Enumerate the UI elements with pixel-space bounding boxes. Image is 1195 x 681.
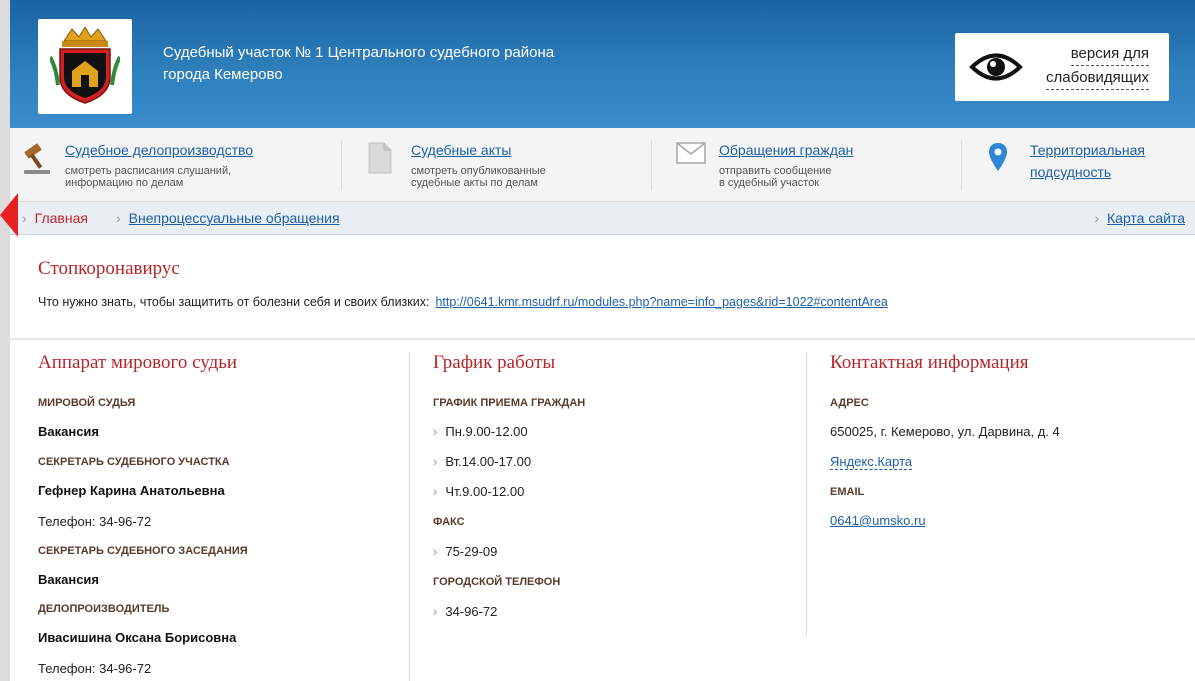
nav-desc-line: отправить сообщение <box>719 165 832 177</box>
chevron-right-icon: › <box>1094 210 1099 226</box>
chevron-right-icon: › <box>433 424 438 439</box>
notice-text: Что нужно знать, чтобы защитить от болез… <box>38 295 1188 309</box>
nav-item-court-acts[interactable]: Судебные акты смотреть опубликованные су… <box>368 140 648 192</box>
staff-column: Аппарат мирового судьи МИРОВОЙ СУДЬЯ Вак… <box>38 352 408 676</box>
session-secretary-label: СЕКРЕТАРЬ СУДЕБНОГО ЗАСЕДАНИЯ <box>38 545 248 557</box>
main-nav: Судебное делопроизводство смотреть распи… <box>10 128 1195 202</box>
sitemap-link[interactable]: › Карта сайта <box>1094 210 1185 226</box>
column-divider <box>409 352 410 681</box>
schedule-title: График работы <box>433 352 556 373</box>
secretary-label: СЕКРЕТАРЬ СУДЕБНОГО УЧАСТКА <box>38 456 230 468</box>
site-title-line2: города Кемерово <box>163 66 283 83</box>
staff-title: Аппарат мирового судьи <box>38 352 238 373</box>
nav-item-jurisdiction-title-line1[interactable]: Территориальная <box>1030 142 1145 158</box>
secretary-value: Гефнер Карина Анатольевна <box>38 483 225 498</box>
breadcrumb-home[interactable]: › Главная <box>22 210 88 226</box>
nav-divider <box>961 140 962 190</box>
fax-value: 75-29-09 <box>445 544 498 559</box>
nav-item-court-cases-desc: смотреть расписания слушаний, информацию… <box>65 165 265 189</box>
eye-icon <box>969 53 1023 81</box>
nav-item-jurisdiction[interactable]: Территориальная подсудность <box>988 140 1188 192</box>
chevron-right-icon: › <box>116 210 121 226</box>
nav-item-court-acts-desc: смотреть опубликованные судебные акты по… <box>411 165 611 189</box>
clerk-value: Ивасишина Оксана Борисовна <box>38 630 237 645</box>
nav-desc-line: судебные акты по делам <box>411 177 538 189</box>
nav-desc-line: информацию по делам <box>65 177 184 189</box>
address-value: 650025, г. Кемерово, ул. Дарвина, д. 4 <box>830 424 1060 439</box>
low-vision-line2[interactable]: слабовидящих <box>1046 66 1149 90</box>
site-title: Судебный участок № 1 Центрального судебн… <box>163 42 683 86</box>
schedule-item: › Пн.9.00-12.00 <box>433 424 528 439</box>
schedule-item-text: Чт.9.00-12.00 <box>445 484 525 499</box>
chevron-right-icon: › <box>433 454 438 469</box>
session-secretary-value: Вакансия <box>38 572 100 587</box>
reception-label: ГРАФИК ПРИЕМА ГРАЖДАН <box>433 397 586 409</box>
nav-item-court-cases-title[interactable]: Судебное делопроизводство <box>65 142 253 158</box>
envelope-icon <box>676 142 706 164</box>
fax-item: › 75-29-09 <box>433 544 497 559</box>
nav-desc-line: смотреть опубликованные <box>411 165 546 177</box>
breadcrumb: › Главная › Внепроцессуальные обращения › К… <box>10 202 1195 235</box>
gavel-icon <box>24 143 50 174</box>
city-phone-item: › 34-96-72 <box>433 604 497 619</box>
nav-item-citizen-appeals-desc: отправить сообщение в судебный участок <box>719 165 919 189</box>
clerk-label: ДЕЛОПРОИЗВОДИТЕЛЬ <box>38 603 170 615</box>
section-divider <box>10 338 1195 340</box>
contacts-column: Контактная информация АДРЕС 650025, г. К… <box>830 352 1180 528</box>
fax-label: ФАКС <box>433 516 465 528</box>
column-divider <box>806 352 807 636</box>
covid-notice: Стопкоронавирус Что нужно знать, чтобы з… <box>38 258 1188 309</box>
nav-desc-line: в судебный участок <box>719 177 820 189</box>
breadcrumb-current[interactable]: › Внепроцессуальные обращения <box>116 210 340 226</box>
city-phone-label: ГОРОДСКОЙ ТЕЛЕФОН <box>433 576 561 588</box>
nav-divider <box>341 140 342 190</box>
coat-of-arms-icon <box>50 26 120 104</box>
low-vision-line1[interactable]: версия для <box>1070 42 1149 66</box>
judge-label: МИРОВОЙ СУДЬЯ <box>38 397 136 409</box>
notice-link[interactable]: http://0641.kmr.msudrf.ru/modules.php?na… <box>435 295 887 309</box>
sitemap-label[interactable]: Карта сайта <box>1107 210 1185 226</box>
nav-item-jurisdiction-title-line2[interactable]: подсудность <box>1030 164 1111 180</box>
address-label: АДРЕС <box>830 397 869 409</box>
nav-item-court-acts-title[interactable]: Судебные акты <box>411 142 511 158</box>
nav-desc-line: смотреть расписания слушаний, <box>65 165 232 177</box>
low-vision-button[interactable]: версия для слабовидящих <box>955 33 1169 101</box>
schedule-item-text: Пн.9.00-12.00 <box>445 424 528 439</box>
schedule-item: › Вт.14.00-17.00 <box>433 454 531 469</box>
email-value[interactable]: 0641@umsko.ru <box>830 513 926 528</box>
yandex-map-link[interactable]: Яндекс.Карта <box>830 454 913 470</box>
email-link[interactable]: 0641@umsko.ru <box>830 513 926 528</box>
page: Судебный участок № 1 Центрального судебн… <box>10 0 1195 681</box>
secretary-phone: Телефон: 34-96-72 <box>38 514 152 529</box>
yandex-map-label[interactable]: Яндекс.Карта <box>830 454 913 470</box>
judge-value: Вакансия <box>38 424 100 439</box>
chevron-right-icon: › <box>433 544 438 559</box>
email-label: EMAIL <box>830 486 865 498</box>
red-arrow-pointer-icon <box>0 193 18 237</box>
city-phone-value: 34-96-72 <box>445 604 498 619</box>
contacts-title: Контактная информация <box>830 352 1029 373</box>
schedule-item: › Чт.9.00-12.00 <box>433 484 524 499</box>
nav-divider <box>651 140 652 190</box>
clerk-phone: Телефон: 34-96-72 <box>38 661 152 676</box>
notice-title: Стопкоронавирус <box>38 258 180 279</box>
schedule-column: График работы ГРАФИК ПРИЕМА ГРАЖДАН › Пн.… <box>433 352 793 619</box>
notice-text-body: Что нужно знать, чтобы защитить от болез… <box>38 295 430 309</box>
nav-item-citizen-appeals[interactable]: Обращения граждан отправить сообщение в … <box>676 140 956 192</box>
coat-of-arms-logo[interactable] <box>38 19 132 114</box>
chevron-right-icon: › <box>433 484 438 499</box>
nav-item-court-cases[interactable]: Судебное делопроизводство смотреть распи… <box>22 140 322 192</box>
schedule-item-text: Вт.14.00-17.00 <box>445 454 532 469</box>
map-pin-icon <box>989 143 1007 171</box>
document-icon <box>368 142 392 174</box>
site-title-line1: Судебный участок № 1 Центрального судебн… <box>163 44 555 61</box>
breadcrumb-home-label[interactable]: Главная <box>35 210 88 226</box>
low-vision-label[interactable]: версия для слабовидящих <box>1046 42 1149 90</box>
site-header: Судебный участок № 1 Центрального судебн… <box>10 0 1195 128</box>
nav-item-citizen-appeals-title[interactable]: Обращения граждан <box>719 142 853 158</box>
chevron-right-icon: › <box>22 210 27 226</box>
breadcrumb-current-label[interactable]: Внепроцессуальные обращения <box>129 210 340 226</box>
chevron-right-icon: › <box>433 604 438 619</box>
